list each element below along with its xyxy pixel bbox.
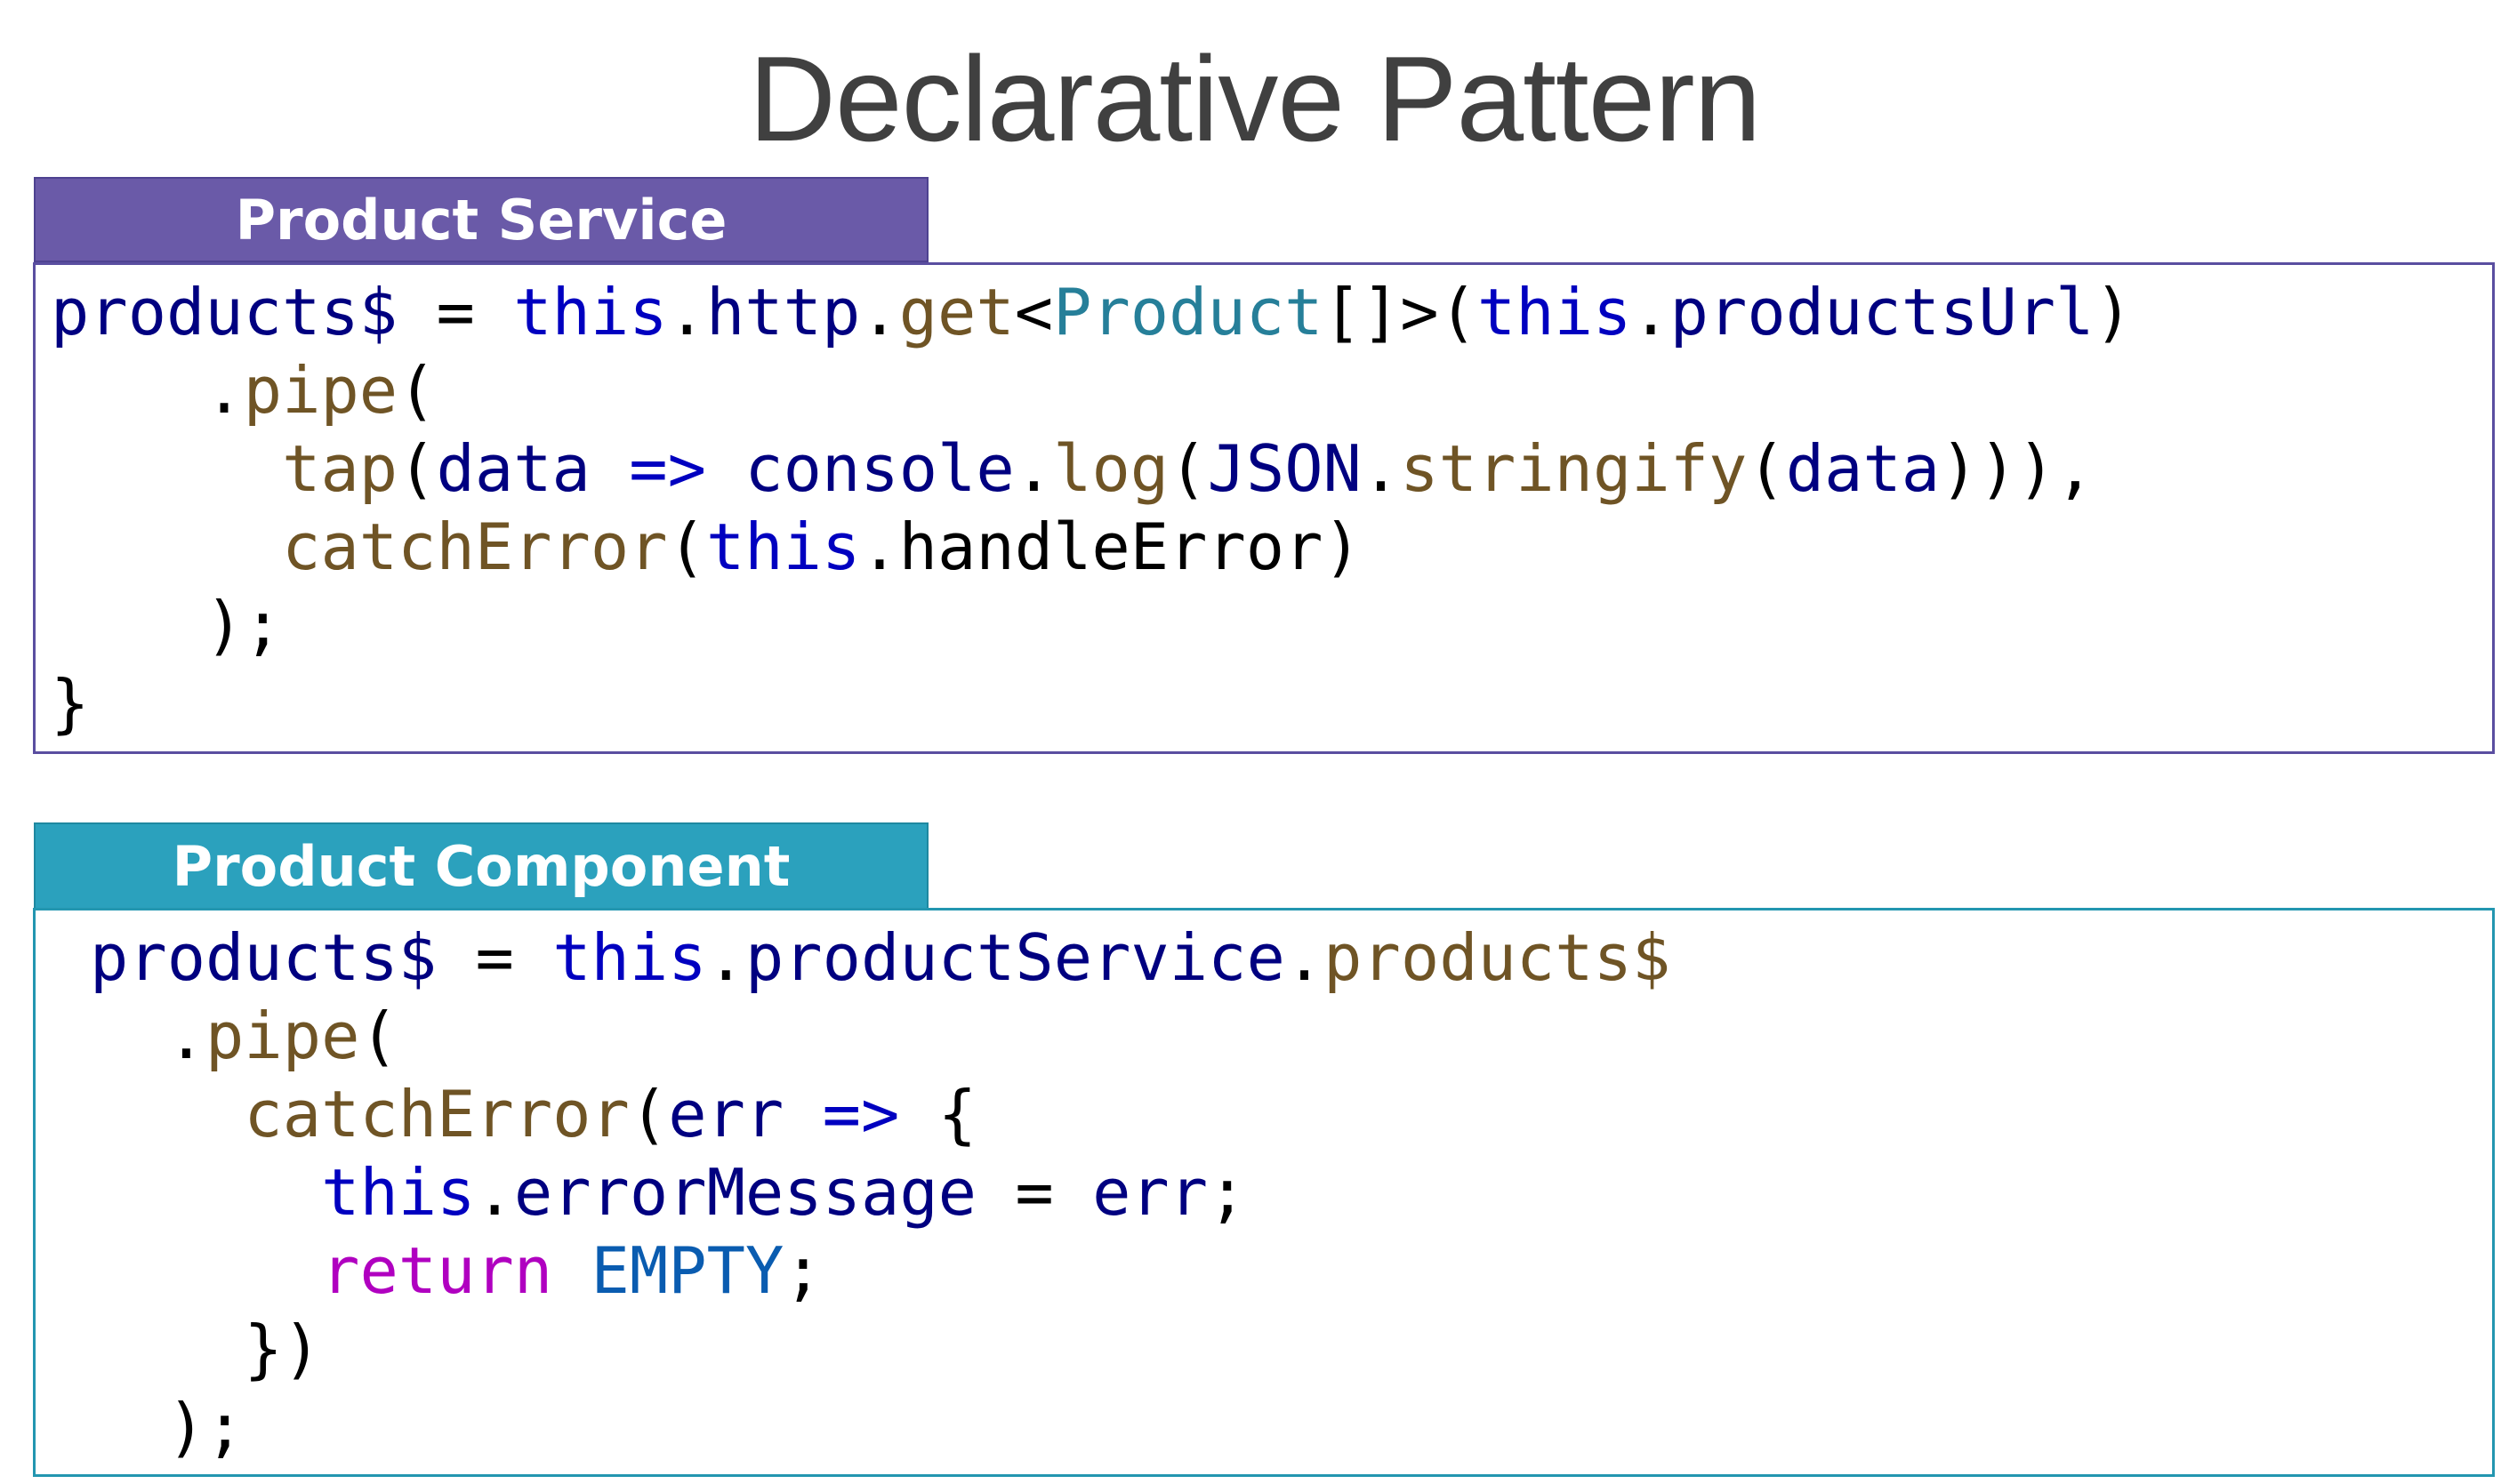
code-line: products$ = this.http.get<Product[]>(thi… [51, 273, 2133, 351]
code-token: ( [667, 509, 706, 584]
code-token: ( [398, 353, 437, 428]
code-token: . [706, 920, 745, 995]
code-token: err [668, 1077, 784, 1151]
code-token: catchError [244, 1077, 630, 1151]
code-token: pipe [243, 353, 398, 428]
code-line: ); [90, 1388, 1670, 1466]
code-token: .handleError) [860, 509, 1362, 584]
code-token: productService [744, 920, 1285, 995]
code-line: this.errorMessage = err; [90, 1153, 1670, 1231]
code-line: .pipe( [90, 997, 1670, 1075]
code-token: . [667, 275, 706, 349]
code-token: stringify [1400, 431, 1748, 506]
code-token: . [475, 1155, 514, 1230]
product-component-header: Product Component [34, 822, 929, 910]
code-token: pipe [205, 999, 360, 1073]
code-line: products$ = this.productService.products… [90, 918, 1670, 997]
code-token: catchError [282, 509, 668, 584]
code-line: catchError(this.handleError) [51, 508, 2133, 586]
code-token: this [705, 509, 861, 584]
product-component-code-box: products$ = this.productService.products… [33, 908, 2495, 1477]
code-token: ; [1208, 1155, 1247, 1230]
code-token: => [629, 431, 706, 506]
code-token: JSON [1207, 431, 1362, 506]
code-token: products$ [90, 920, 438, 995]
code-token: errorMessage [513, 1155, 977, 1230]
code-token: = [437, 920, 553, 995]
code-token: ( [1747, 431, 1786, 506]
code-token: { [899, 1077, 977, 1151]
code-token: this [321, 1155, 476, 1230]
code-token: this [1476, 275, 1632, 349]
code-token: log [1053, 431, 1170, 506]
product-service-header: Product Service [34, 177, 929, 262]
code-token: data [1785, 431, 1941, 506]
code-token: console [744, 431, 1015, 506]
code-token: . [1284, 920, 1324, 995]
code-token: products$ [1323, 920, 1671, 995]
code-token: < [1014, 275, 1054, 349]
code-line: } [51, 664, 2133, 742]
code-token: ); [90, 1390, 245, 1464]
code-token: ))), [1940, 431, 2095, 506]
code-token: tap [282, 431, 398, 506]
code-token: []>( [1323, 275, 1477, 349]
code-token: EMPTY [591, 1233, 784, 1308]
code-token: = [977, 1155, 1093, 1230]
code-token: Product [1053, 275, 1323, 349]
product-service-code-box: products$ = this.http.get<Product[]>(thi… [33, 262, 2495, 754]
code-token: } [51, 666, 90, 741]
code-token: ); [51, 588, 283, 662]
code-line: ); [51, 586, 2133, 664]
code-token: . [51, 353, 244, 428]
code-line: catchError(err => { [90, 1075, 1670, 1153]
code-token: => [822, 1077, 900, 1151]
code-token: . [1361, 431, 1401, 506]
code-token: ( [1169, 431, 1208, 506]
code-token: data [436, 431, 591, 506]
code-line: tap(data => console.log(JSON.stringify(d… [51, 429, 2133, 508]
code-token: get [898, 275, 1015, 349]
code-line: }) [90, 1310, 1670, 1388]
code-token: . [90, 999, 206, 1073]
code-token: err [1092, 1155, 1209, 1230]
code-token: products$ [51, 275, 398, 349]
code-token: http [705, 275, 861, 349]
code-line: .pipe( [51, 351, 2133, 429]
product-component-code: products$ = this.productService.products… [90, 918, 1670, 1466]
product-service-code: products$ = this.http.get<Product[]>(thi… [51, 273, 2133, 742]
code-token: }) [90, 1312, 322, 1386]
code-token: . [1014, 431, 1054, 506]
code-token: ( [398, 431, 437, 506]
code-token: productsUrl [1669, 275, 2095, 349]
code-token: ( [629, 1077, 669, 1151]
code-token: = [398, 275, 514, 349]
code-token: ; [784, 1233, 823, 1308]
code-token: . [1631, 275, 1670, 349]
code-line: return EMPTY; [90, 1231, 1670, 1310]
code-token: this [513, 275, 668, 349]
code-token: this [552, 920, 707, 995]
slide-title: Declarative Pattern [748, 31, 1762, 166]
code-token: ( [359, 999, 398, 1073]
code-token: return [321, 1233, 553, 1308]
code-token: ) [2094, 275, 2133, 349]
code-token: . [860, 275, 899, 349]
